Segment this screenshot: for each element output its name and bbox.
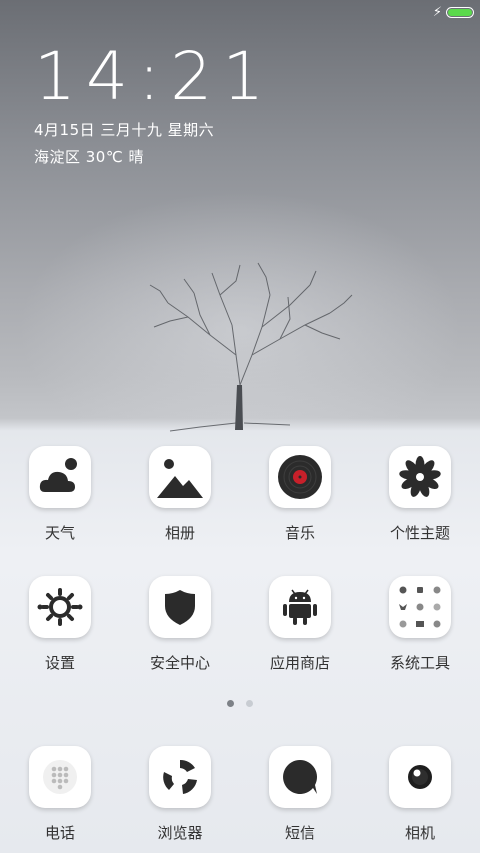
app-weather[interactable]: 天气	[0, 446, 120, 543]
app-label: 音乐	[284, 524, 315, 542]
battery-icon	[446, 7, 474, 18]
security-icon[interactable]	[149, 576, 211, 638]
app-label: 个性主题	[389, 524, 450, 542]
app-label: 安全中心	[149, 654, 210, 672]
app-row-1: 天气 相册 音乐 个性主题	[0, 446, 480, 543]
page-dot-active[interactable]	[227, 700, 234, 707]
battery-fill	[448, 9, 472, 16]
app-label: 设置	[44, 654, 75, 672]
weather-text: 海淀区 30℃ 晴	[34, 148, 144, 166]
tree-illustration	[149, 262, 353, 432]
date-text: 4月15日 三月十九 星期六	[34, 121, 215, 139]
app-label: 相机	[404, 824, 435, 842]
charging-icon: ⚡	[432, 5, 442, 20]
app-label: 天气	[44, 524, 75, 542]
tools-folder-icon[interactable]	[389, 576, 451, 638]
app-browser[interactable]: 浏览器	[120, 746, 240, 843]
page-indicator	[0, 700, 480, 707]
app-settings[interactable]: 设置	[0, 576, 120, 673]
app-label: 短信	[284, 824, 315, 842]
app-store-icon[interactable]	[269, 576, 331, 638]
camera-icon[interactable]	[389, 746, 451, 808]
theme-icon[interactable]	[389, 446, 451, 508]
gallery-icon[interactable]	[149, 446, 211, 508]
clock-time: 14:21	[34, 38, 275, 115]
page-dot[interactable]	[246, 700, 253, 707]
app-label: 相册	[164, 524, 195, 542]
status-bar: ⚡	[433, 6, 474, 19]
app-row-2: 设置 安全中心 应用商店 系统工具	[0, 576, 480, 673]
app-camera[interactable]: 相机	[360, 746, 480, 843]
app-system-tools[interactable]: 系统工具	[360, 576, 480, 673]
settings-icon[interactable]	[29, 576, 91, 638]
phone-icon[interactable]	[29, 746, 91, 808]
app-music[interactable]: 音乐	[240, 446, 360, 543]
dock: 电话 浏览器 短信 相机	[0, 746, 480, 843]
app-label: 浏览器	[157, 824, 203, 842]
app-security[interactable]: 安全中心	[120, 576, 240, 673]
app-label: 系统工具	[389, 654, 450, 672]
app-label: 电话	[44, 824, 75, 842]
messages-icon[interactable]	[269, 746, 331, 808]
app-gallery[interactable]: 相册	[120, 446, 240, 543]
app-themes[interactable]: 个性主题	[360, 446, 480, 543]
app-messages[interactable]: 短信	[240, 746, 360, 843]
app-label: 应用商店	[269, 654, 330, 672]
app-store[interactable]: 应用商店	[240, 576, 360, 673]
browser-icon[interactable]	[149, 746, 211, 808]
music-icon[interactable]	[269, 446, 331, 508]
app-phone[interactable]: 电话	[0, 746, 120, 843]
weather-icon[interactable]	[29, 446, 91, 508]
